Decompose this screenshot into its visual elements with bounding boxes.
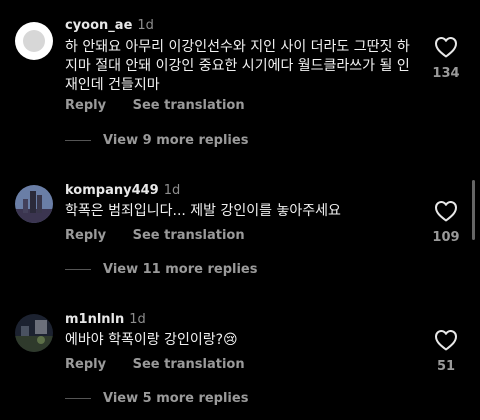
avatar-image bbox=[15, 185, 53, 223]
avatar-image bbox=[15, 314, 53, 352]
view-more-replies[interactable]: View 9 more replies bbox=[65, 133, 248, 148]
comment-text: 학폭은 범죄입니다... 제발 강인이를 놓아주세요 bbox=[65, 203, 341, 219]
comment-time: 1d bbox=[137, 18, 154, 33]
like-count: 51 bbox=[436, 359, 456, 374]
divider-line bbox=[65, 269, 91, 270]
avatar[interactable] bbox=[15, 22, 53, 60]
comment-actions: Reply See translation bbox=[65, 228, 245, 243]
see-translation-button[interactable]: See translation bbox=[133, 357, 245, 372]
reply-button[interactable]: Reply bbox=[65, 98, 106, 113]
avatar[interactable] bbox=[15, 314, 53, 352]
comment-time: 1d bbox=[129, 312, 146, 327]
divider-line bbox=[65, 398, 91, 399]
see-translation-button[interactable]: See translation bbox=[133, 98, 245, 113]
heart-outline-icon[interactable] bbox=[434, 200, 458, 222]
comment-username[interactable]: cyoon_ae 1d bbox=[65, 18, 154, 33]
like-count: 109 bbox=[432, 230, 460, 245]
reply-button[interactable]: Reply bbox=[65, 228, 106, 243]
divider-line bbox=[65, 140, 91, 141]
heart-outline-icon[interactable] bbox=[434, 329, 458, 351]
scrollbar[interactable] bbox=[472, 180, 475, 240]
comment-actions: Reply See translation bbox=[65, 357, 245, 372]
comment-username[interactable]: m1nlnln 1d bbox=[65, 312, 146, 327]
comment-actions: Reply See translation bbox=[65, 98, 245, 113]
like-count: 134 bbox=[432, 66, 460, 81]
view-more-replies[interactable]: View 11 more replies bbox=[65, 262, 258, 277]
heart-outline-icon[interactable] bbox=[434, 36, 458, 58]
comment-text: 하 안돼요 아무리 이강인선수와 지인 사이 더라도 그딴짓 하 지마 절대 안… bbox=[65, 39, 410, 93]
comment-text: 에바야 학폭이랑 강인이랑?😢 bbox=[65, 332, 238, 348]
reply-button[interactable]: Reply bbox=[65, 357, 106, 372]
comment-time: 1d bbox=[163, 183, 181, 198]
comment-username[interactable]: kompany449 1d bbox=[65, 183, 180, 198]
view-more-replies[interactable]: View 5 more replies bbox=[65, 391, 248, 406]
avatar[interactable] bbox=[15, 185, 53, 223]
see-translation-button[interactable]: See translation bbox=[133, 228, 245, 243]
